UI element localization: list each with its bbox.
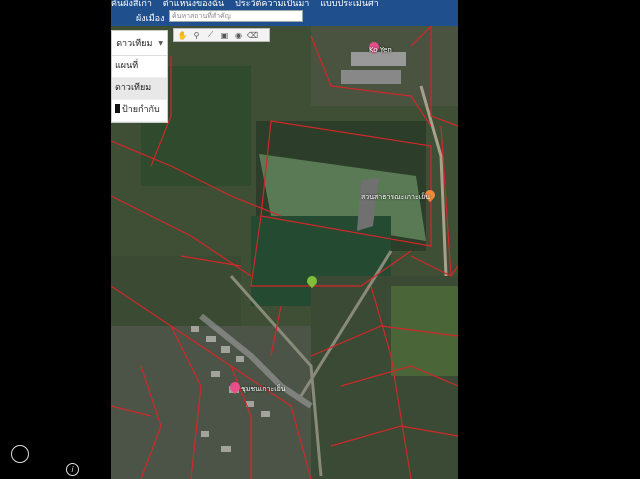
search-bar: ผังเมือง ค้นหาสถานที่สำคัญ	[111, 8, 458, 26]
hand-icon[interactable]: ✋	[176, 30, 189, 41]
drawing-toolbar: ✋ ⚲ ⟋ ▣ ◉ ⌫	[173, 28, 270, 42]
caret-down-icon: ▼	[158, 39, 163, 47]
home-button[interactable]	[11, 445, 29, 463]
poi-label-ko-yen: Ko Yen	[369, 46, 392, 54]
nav-item-history[interactable]: ประวัติความเป็นมา	[235, 0, 309, 8]
circle-icon[interactable]: ◉	[232, 30, 245, 41]
info-icon[interactable]: i	[66, 463, 79, 476]
layer-option-satellite-label: ดาวเทียม	[115, 83, 152, 93]
top-navigation-bar: คันผังสีเก่า ตำแหน่งของฉัน ประวัติความเป…	[111, 0, 458, 8]
poi-label-community: ชุมชนเกาะเย็น	[241, 385, 286, 393]
layer-option-map[interactable]: แผนที่	[112, 56, 167, 78]
layer-option-satellite[interactable]: ดาวเทียม	[112, 78, 167, 100]
layer-selector: ดาวเทียม ▼ แผนที่ ดาวเทียม ป้ายกำกับ	[111, 30, 168, 123]
nav-item-my-location[interactable]: ตำแหน่งของฉัน	[163, 0, 224, 8]
search-input[interactable]: ค้นหาสถานที่สำคัญ	[169, 10, 303, 22]
layer-option-labels[interactable]: ป้ายกำกับ	[112, 100, 167, 122]
layer-dropdown[interactable]: ดาวเทียม ▼	[112, 31, 167, 56]
nav-item-old-plan[interactable]: คันผังสีเก่า	[111, 0, 152, 8]
line-icon[interactable]: ⟋	[204, 30, 217, 41]
nav-item-survey[interactable]: แบบประเมินศา	[320, 0, 379, 8]
pin-icon[interactable]: ⚲	[190, 30, 203, 41]
polygon-icon[interactable]: ▣	[218, 30, 231, 41]
layer-option-map-label: แผนที่	[115, 61, 139, 71]
clear-icon[interactable]: ⌫	[246, 30, 259, 41]
city-plan-label: ผังเมือง	[136, 14, 165, 24]
layer-option-labels-label: ป้ายกำกับ	[122, 105, 160, 115]
checkbox-icon[interactable]	[115, 104, 120, 113]
layer-current: ดาวเทียม	[116, 39, 153, 49]
poi-label-park: สวนสาธารณะเกาะเย็น	[361, 193, 431, 201]
